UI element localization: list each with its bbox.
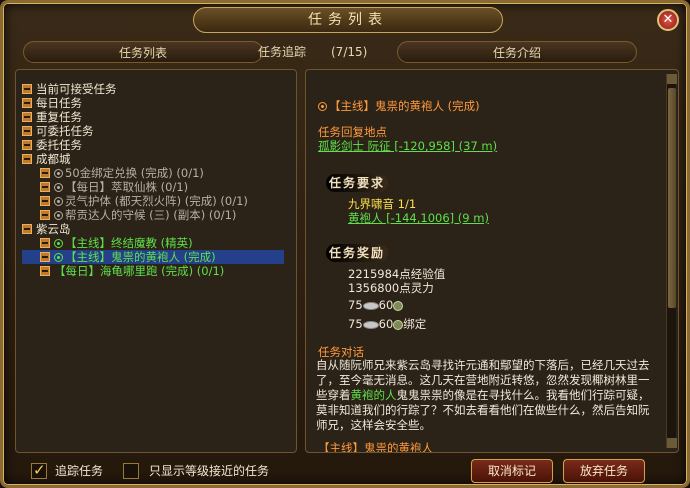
abandon-quest-button[interactable]: 放弃任务 — [563, 459, 645, 483]
quest-item[interactable]: 【每日】海龟哪里跑 (完成) (0/1) — [22, 264, 284, 278]
quest-window: 任务列表 ✕ 任务列表 任务追踪 (7/15) 任务介绍 当前可接受任务 每日任… — [0, 0, 690, 488]
reward-banner: 任务奖励 — [326, 244, 388, 262]
category-daily[interactable]: 每日任务 — [22, 96, 284, 110]
track-quest-label: 追踪任务 — [55, 464, 104, 478]
category-entrustable[interactable]: 可委托任务 — [22, 124, 284, 138]
quest-item[interactable]: 帮贡达人的守候 (三) (副本) (0/1) — [22, 208, 284, 222]
scrollbar[interactable] — [666, 74, 677, 448]
collapse-icon[interactable] — [40, 237, 50, 248]
quest-count: (7/15) — [331, 45, 368, 59]
collapse-icon[interactable] — [22, 153, 32, 164]
near-level-label: 只显示等级接近的任务 — [149, 464, 270, 478]
tabs-row: 任务列表 任务追踪 (7/15) 任务介绍 — [15, 41, 681, 65]
silver-coin-icon — [362, 320, 379, 329]
gem-icon — [393, 300, 404, 311]
tab-quest-list[interactable]: 任务列表 — [23, 41, 263, 63]
collapse-icon[interactable] — [40, 251, 50, 262]
quest-item[interactable]: 【主线】终结魔教 (精英) — [22, 236, 284, 250]
money-reward: 75 60 — [348, 298, 404, 312]
collapse-icon[interactable] — [22, 125, 32, 136]
quest-item[interactable]: 【每日】萃取仙株 (0/1) — [22, 180, 284, 194]
track-icon — [318, 102, 327, 111]
category-chengdu[interactable]: 成都城 — [22, 152, 284, 166]
collapse-icon[interactable] — [22, 139, 32, 150]
category-entrusted[interactable]: 委托任务 — [22, 138, 284, 152]
near-level-checkbox[interactable] — [123, 463, 139, 479]
scroll-down-arrow[interactable] — [667, 438, 677, 448]
bound-money-reward: 75 60 绑定 — [348, 317, 427, 331]
collapse-icon[interactable] — [40, 209, 50, 220]
collapse-icon[interactable] — [22, 97, 32, 108]
quest-tree: 当前可接受任务 每日任务 重复任务 可委托任务 委托任务 成都城 50金绑定兑换… — [22, 82, 284, 278]
collapse-icon[interactable] — [22, 111, 32, 122]
collapse-icon[interactable] — [22, 83, 32, 94]
gem-icon — [393, 319, 404, 330]
track-quest-checkbox[interactable] — [31, 461, 47, 479]
track-icon — [54, 211, 63, 220]
close-button[interactable]: ✕ — [657, 9, 679, 31]
quest-item[interactable]: 50金绑定兑换 (完成) (0/1) — [22, 166, 284, 180]
target-link[interactable]: 黄袍人 [-144,1006] (9 m) — [348, 210, 489, 226]
collapse-icon[interactable] — [40, 195, 50, 206]
category-repeat[interactable]: 重复任务 — [22, 110, 284, 124]
quest-detail-panel: 【主线】鬼祟的黄袍人 (完成) 任务回复地点 孤影剑士 阮征 [-120,958… — [305, 69, 679, 453]
tab-quest-track[interactable]: 任务追踪 — [247, 41, 317, 63]
dialog-text: 自从随阮师兄来紫云岛寻找许元通和鄢望的下落后，已经几天过去了，至今毫无消息。这几… — [316, 358, 650, 432]
requirement-banner: 任务要求 — [326, 174, 388, 192]
category-available[interactable]: 当前可接受任务 — [22, 82, 284, 96]
track-icon — [54, 253, 63, 262]
category-ziyun[interactable]: 紫云岛 — [22, 222, 284, 236]
quest-tree-panel: 当前可接受任务 每日任务 重复任务 可委托任务 委托任务 成都城 50金绑定兑换… — [15, 69, 297, 453]
collapse-icon[interactable] — [22, 223, 32, 234]
quest-title: 【主线】鬼祟的黄袍人 (完成) — [318, 98, 480, 114]
quest-item[interactable]: 灵气护体 (都天烈火阵) (完成) (0/1) — [22, 194, 284, 208]
collapse-icon[interactable] — [40, 265, 50, 276]
track-icon — [54, 197, 63, 206]
cancel-mark-button[interactable]: 取消标记 — [471, 459, 553, 483]
window-title: 任务列表 — [193, 7, 503, 33]
silver-coin-icon — [362, 301, 379, 310]
cutoff-line: 【主线】鬼祟的黄袍人 — [318, 441, 433, 452]
collapse-icon[interactable] — [40, 167, 50, 178]
collapse-icon[interactable] — [40, 181, 50, 192]
spirit-reward: 1356800点灵力 — [348, 281, 434, 295]
scroll-thumb[interactable] — [668, 88, 676, 308]
track-icon — [54, 169, 63, 178]
scroll-up-arrow[interactable] — [667, 74, 677, 84]
bottom-bar: 追踪任务 只显示等级接近的任务 取消标记 放弃任务 — [3, 455, 690, 488]
tab-quest-intro[interactable]: 任务介绍 — [397, 41, 637, 63]
return-npc-link[interactable]: 孤影剑士 阮征 [-120,958] (37 m) — [318, 138, 497, 154]
track-icon — [54, 239, 63, 248]
track-icon — [54, 183, 63, 192]
quest-item-selected[interactable]: 【主线】鬼祟的黄袍人 (完成) — [22, 250, 284, 264]
